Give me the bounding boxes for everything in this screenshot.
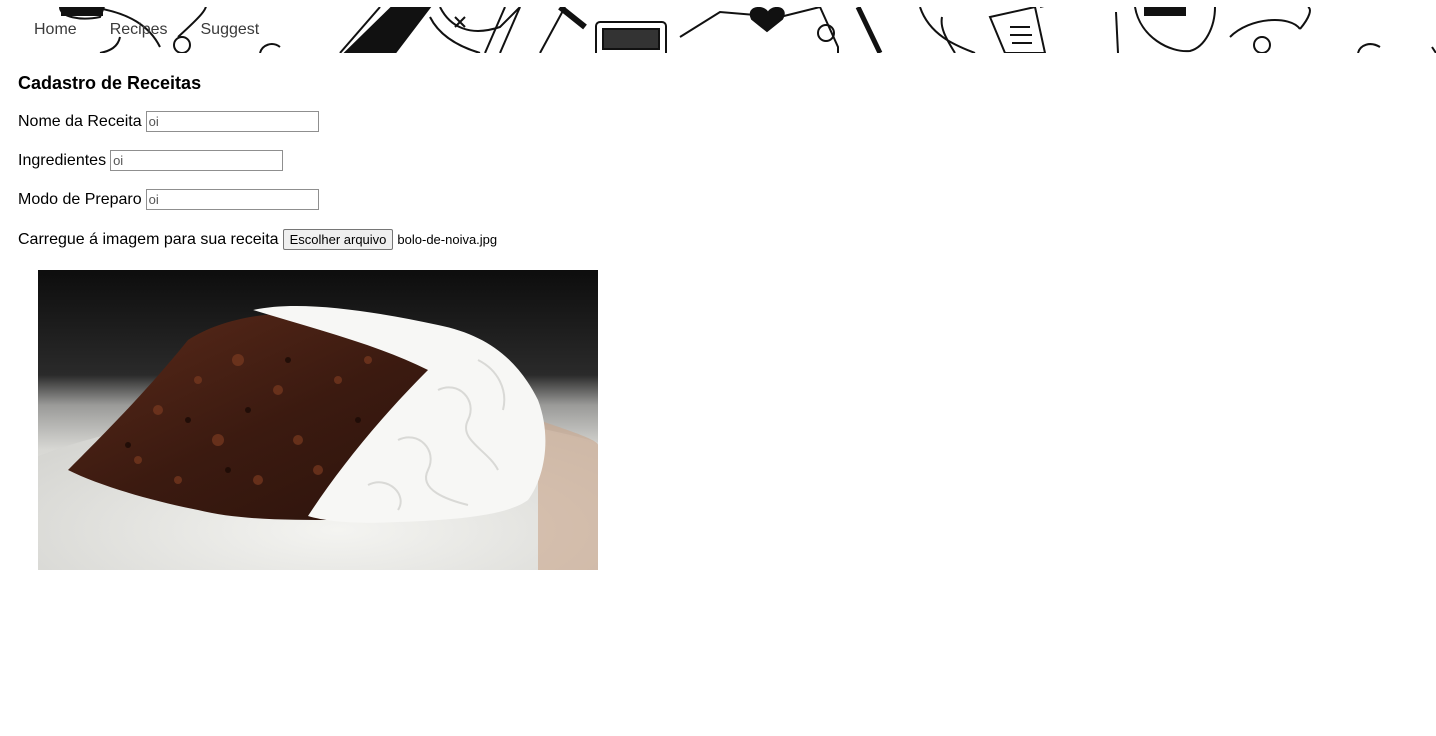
ingredients-label: Ingredientes bbox=[18, 151, 107, 169]
preparation-row: Modo de Preparo bbox=[18, 189, 319, 210]
ingredients-input[interactable] bbox=[110, 150, 284, 171]
recipe-name-input[interactable] bbox=[145, 111, 319, 132]
image-upload-label: Carregue á imagem para sua receita bbox=[18, 230, 279, 248]
nav-link-home[interactable]: Home bbox=[34, 21, 77, 39]
image-upload-row: Carregue á imagem para sua receita Escol… bbox=[18, 229, 497, 250]
selected-file-name: bolo-de-noiva.jpg bbox=[397, 232, 498, 247]
preparation-label: Modo de Preparo bbox=[18, 190, 142, 208]
cake-photo bbox=[38, 270, 598, 570]
nav-link-recipes[interactable]: Recipes bbox=[110, 21, 168, 39]
preparation-input[interactable] bbox=[145, 189, 319, 210]
recipe-image-preview bbox=[38, 270, 598, 570]
main-nav: Home Recipes Suggest bbox=[34, 21, 292, 39]
recipe-name-row: Nome da Receita bbox=[18, 111, 319, 132]
ingredients-row: Ingredientes bbox=[18, 150, 284, 171]
choose-file-button[interactable]: Escolher arquivo bbox=[282, 229, 394, 250]
nav-link-suggest[interactable]: Suggest bbox=[201, 21, 260, 39]
recipe-form: Cadastro de Receitas Nome da Receita Ing… bbox=[18, 71, 718, 250]
header-banner: Home Recipes Suggest bbox=[0, 7, 1436, 53]
page-title: Cadastro de Receitas bbox=[18, 73, 202, 93]
recipe-name-label: Nome da Receita bbox=[18, 112, 142, 130]
